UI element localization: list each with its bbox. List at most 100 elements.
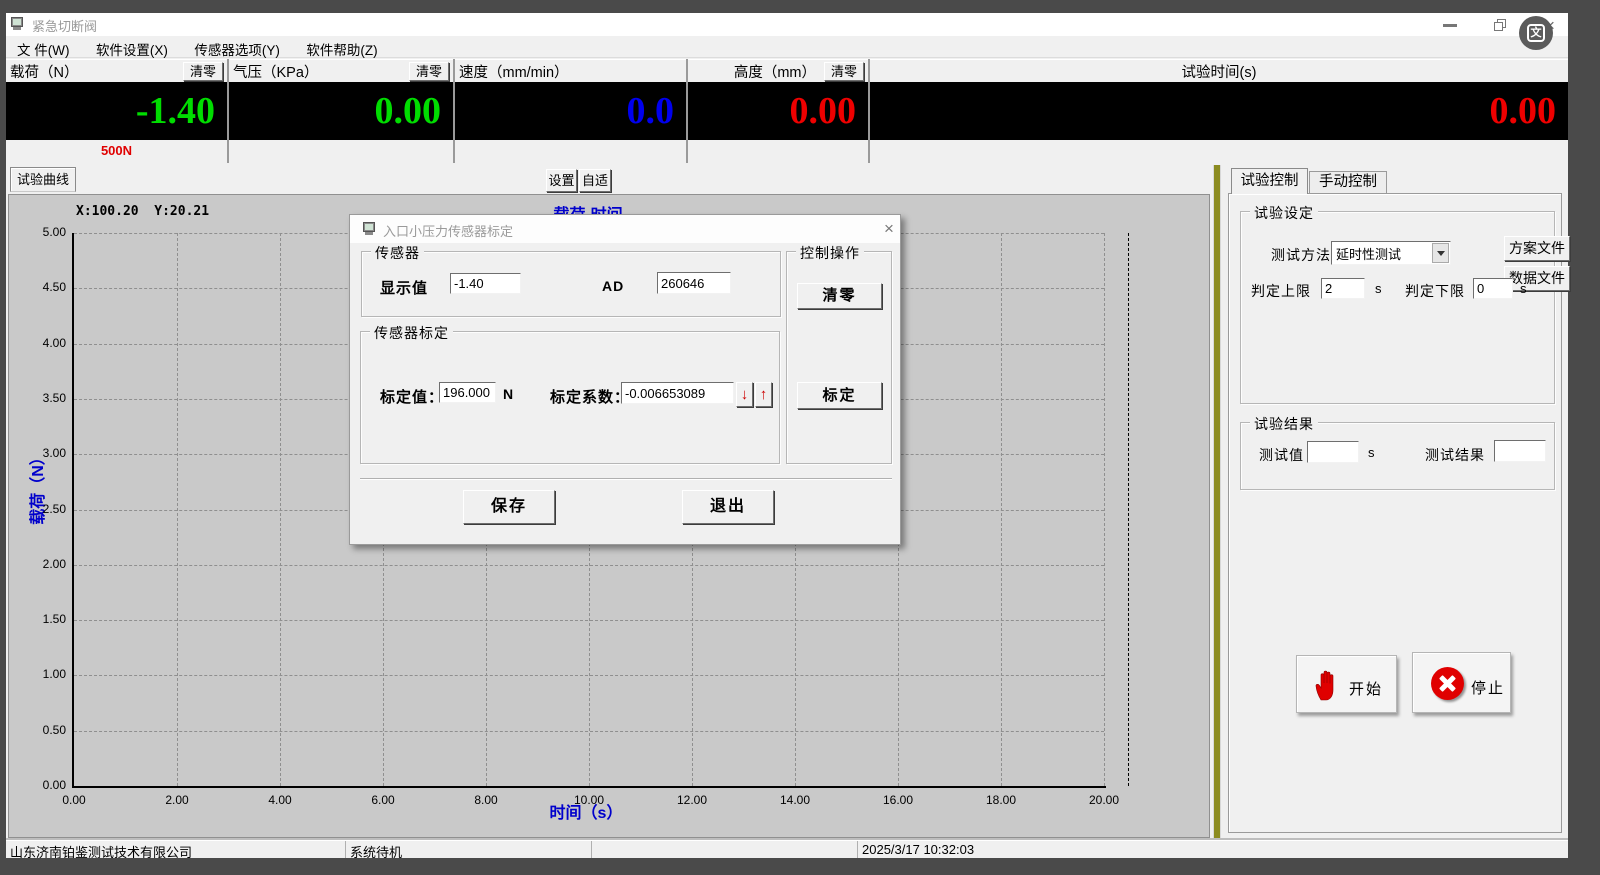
gauge-time-label: 试验时间(s) — [1182, 61, 1257, 82]
menu-item-sensor-options[interactable]: 传感器选项(Y) — [183, 36, 291, 59]
dialog-close-icon[interactable]: × — [879, 219, 899, 239]
method-dropdown[interactable]: 延时性测试 — [1331, 241, 1451, 265]
dialog-icon — [363, 222, 377, 235]
display-value-input[interactable] — [450, 273, 521, 294]
y-tick-label: 2.50 — [18, 502, 66, 516]
menu-bar: 文 件(W) 软件设置(X) 传感器选项(Y) 软件帮助(Z) — [6, 36, 1568, 58]
restore-icon[interactable] — [1494, 19, 1507, 32]
gauge-load-range: 500N — [6, 140, 227, 163]
gauge-time-value: 0.00 — [870, 82, 1568, 140]
stop-button[interactable]: 停止 — [1412, 652, 1511, 713]
gauge-speed-value: 0.0 — [455, 82, 686, 140]
x-tick-label: 10.00 — [564, 793, 614, 807]
start-button[interactable]: 开始 — [1296, 655, 1397, 713]
start-button-label: 开始 — [1349, 678, 1383, 699]
dialog-calibrate-button[interactable]: 标定 — [797, 382, 882, 409]
y-tick-label: 4.00 — [18, 336, 66, 350]
calibration-group: 传感器标定 标定值： N 标定系数： ↓ ↑ — [360, 331, 780, 464]
menu-item-help[interactable]: 软件帮助(Z) — [295, 36, 388, 59]
coef-label: 标定系数： — [550, 386, 630, 407]
upper-limit-input[interactable] — [1321, 278, 1365, 299]
sensor-group-title: 传感器 — [371, 243, 424, 263]
test-results-title: 试验结果 — [1250, 414, 1318, 434]
menu-item-file[interactable]: 文 件(W) — [6, 36, 80, 59]
coef-down-arrow-icon[interactable]: ↓ — [736, 382, 753, 407]
gauge-pressure-label: 气压（KPa） — [233, 61, 318, 82]
cal-value-label: 标定值： — [380, 386, 444, 407]
x-tick-label: 12.00 — [667, 793, 717, 807]
gauge-speed-label: 速度（mm/min） — [459, 61, 569, 82]
lower-limit-input[interactable] — [1473, 278, 1513, 299]
gauge-strip: 载荷（N） 清零 -1.40 500N 气压（KPa） 清零 0.00 速度（m… — [6, 59, 1568, 163]
chart-autofit-button[interactable]: 自适 — [579, 169, 611, 192]
scheme-file-button[interactable]: 方案文件 — [1504, 236, 1570, 261]
chart-cursor-line — [1128, 233, 1129, 786]
lower-limit-label: 判定下限 — [1405, 281, 1465, 301]
load-zero-button[interactable]: 清零 — [183, 62, 223, 81]
pressure-zero-button[interactable]: 清零 — [409, 62, 449, 81]
status-empty — [592, 841, 858, 858]
test-settings-title: 试验设定 — [1250, 203, 1318, 223]
translate-overlay-icon[interactable]: 文 — [1519, 16, 1553, 50]
gauge-pressure: 气压（KPa） 清零 0.00 — [229, 59, 455, 163]
coef-up-arrow-icon[interactable]: ↑ — [755, 382, 772, 407]
x-tick-label: 20.00 — [1079, 793, 1129, 807]
gauge-height-label: 高度（mm） — [734, 61, 816, 82]
y-tick-label: 3.00 — [18, 446, 66, 460]
grid-line — [1104, 233, 1105, 786]
lower-limit-unit: s — [1520, 281, 1527, 296]
test-value-unit: s — [1368, 445, 1375, 460]
x-tick-label: 16.00 — [873, 793, 923, 807]
data-file-button[interactable]: 数据文件 — [1504, 266, 1570, 291]
save-button[interactable]: 保存 — [463, 490, 555, 524]
x-tick-label: 4.00 — [255, 793, 305, 807]
ad-value-input[interactable] — [657, 272, 731, 294]
status-system-state: 系统待机 — [346, 841, 592, 858]
y-tick-label: 1.00 — [18, 667, 66, 681]
gauge-height: 高度（mm） 清零 0.00 — [688, 59, 870, 163]
dialog-separator — [360, 478, 892, 480]
test-results-group: 试验结果 测试值 s 测试结果 — [1240, 422, 1555, 490]
title-bar[interactable]: 紧急切断阀 — [6, 13, 1568, 36]
test-settings-group: 试验设定 测试方法 延时性测试 方案文件 数据文件 判定上限 s 判定下限 s — [1240, 211, 1555, 404]
gauge-height-value: 0.00 — [688, 82, 868, 140]
y-tick-label: 5.00 — [18, 225, 66, 239]
gauge-load: 载荷（N） 清零 -1.40 500N — [6, 59, 229, 163]
coef-input[interactable] — [621, 382, 734, 404]
dialog-titlebar[interactable]: 入口小压力传感器标定 × — [350, 215, 900, 243]
test-result-input[interactable] — [1494, 440, 1546, 462]
height-zero-button[interactable]: 清零 — [824, 62, 864, 81]
status-datetime: 2025/3/17 10:32:03 — [858, 841, 1568, 858]
grid-line — [74, 620, 1104, 621]
app-icon — [11, 17, 25, 30]
stop-button-label: 停止 — [1471, 677, 1505, 698]
test-result-label: 测试结果 — [1425, 445, 1485, 465]
calibration-group-title: 传感器标定 — [370, 323, 453, 343]
chart-settings-button[interactable]: 设置 — [546, 169, 577, 192]
dialog-zero-button[interactable]: 清零 — [797, 283, 882, 309]
stop-icon — [1431, 667, 1464, 700]
control-container: 试验设定 测试方法 延时性测试 方案文件 数据文件 判定上限 s 判定下限 s … — [1228, 193, 1562, 833]
menu-item-software-settings[interactable]: 软件设置(X) — [85, 36, 179, 59]
tab-test-curve[interactable]: 试验曲线 — [10, 167, 76, 192]
cal-value-input[interactable] — [439, 382, 496, 403]
grid-line — [74, 675, 1104, 676]
chevron-down-icon[interactable] — [1432, 243, 1449, 263]
panel-divider — [1213, 165, 1221, 838]
x-axis-line — [72, 786, 1106, 788]
status-company: 山东济南铂鉴测试技术有限公司 — [6, 841, 346, 858]
display-value-label: 显示值 — [380, 277, 428, 298]
x-tick-label: 6.00 — [358, 793, 408, 807]
grid-line — [74, 731, 1104, 732]
minimize-icon[interactable] — [1443, 24, 1457, 27]
x-tick-label: 8.00 — [461, 793, 511, 807]
test-value-input[interactable] — [1307, 441, 1359, 463]
tab-manual-control[interactable]: 手动控制 — [1309, 171, 1387, 194]
hand-icon — [1313, 669, 1339, 701]
ad-label: AD — [602, 278, 624, 294]
y-tick-label: 1.50 — [18, 612, 66, 626]
upper-limit-unit: s — [1375, 281, 1382, 296]
tab-test-control[interactable]: 试验控制 — [1231, 168, 1308, 194]
exit-button[interactable]: 退出 — [682, 490, 774, 524]
x-tick-label: 2.00 — [152, 793, 202, 807]
